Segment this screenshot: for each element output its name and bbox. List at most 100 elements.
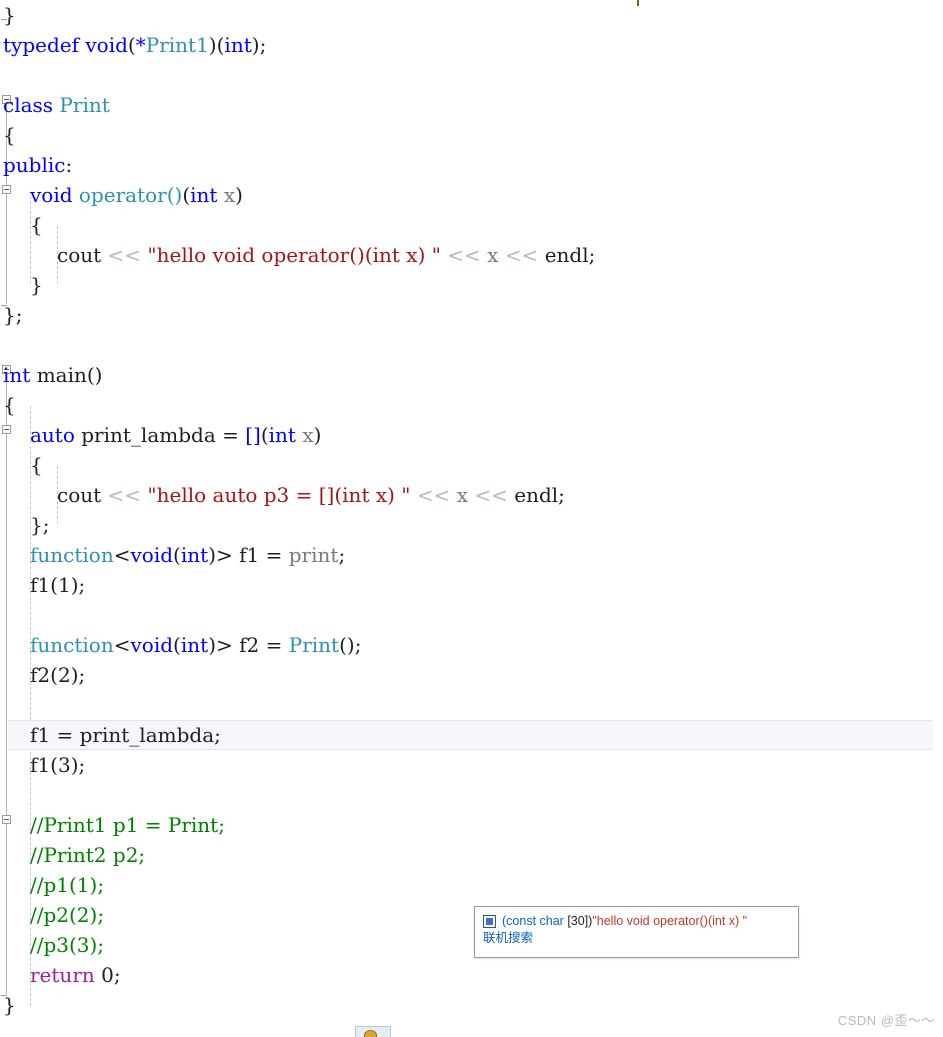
code-line[interactable]: //Print2 p2;: [30, 840, 145, 870]
code-token: =: [50, 723, 80, 747]
code-token: f1: [30, 573, 51, 597]
code-token: endl: [544, 243, 589, 267]
code-line[interactable]: //p3(3);: [30, 930, 104, 960]
code-token: >: [216, 633, 233, 657]
online-search-link[interactable]: 联机搜索: [483, 929, 790, 948]
code-token: //p1(1);: [30, 873, 105, 897]
code-token: 1: [57, 573, 71, 597]
code-token: (: [50, 573, 58, 597]
code-token: f2: [30, 663, 51, 687]
code-line[interactable]: void operator()(int x): [30, 180, 243, 210]
code-token: <<: [447, 243, 481, 267]
code-token: x: [223, 183, 236, 207]
code-token: ): [251, 33, 260, 57]
code-token: ): [70, 663, 79, 687]
code-token: int: [180, 633, 209, 657]
code-line[interactable]: {: [3, 390, 16, 420]
intellisense-completion-list[interactable]: [355, 1026, 391, 1037]
code-token: main: [36, 363, 87, 387]
code-token: ): [70, 753, 79, 777]
code-line[interactable]: };: [3, 300, 22, 330]
code-token: ;: [78, 663, 86, 687]
code-token: 0: [101, 963, 114, 987]
member-icon: [364, 1030, 377, 1037]
code-token: "hello auto p3 = [](int x) ": [147, 483, 411, 507]
code-line[interactable]: {: [30, 450, 43, 480]
code-token: ): [70, 573, 79, 597]
code-token: (): [339, 633, 355, 657]
code-token: <<: [474, 483, 508, 507]
code-token: print_lambda: [79, 723, 215, 747]
code-token: cout: [57, 483, 102, 507]
code-token: //Print2 p2;: [30, 843, 146, 867]
code-token: auto: [30, 423, 75, 447]
code-line[interactable]: int main(): [3, 360, 102, 390]
code-surface[interactable]: } typedef void(*Print1)(int); class Print{…: [0, 0, 943, 1037]
code-token: f2: [239, 633, 260, 657]
code-token: (: [182, 183, 191, 207]
code-line[interactable]: }: [3, 990, 16, 1020]
code-token: ;: [78, 573, 86, 597]
code-token: ): [208, 33, 217, 57]
code-line[interactable]: }: [3, 0, 16, 30]
code-line[interactable]: f1(3);: [30, 750, 85, 780]
code-line[interactable]: }: [30, 270, 43, 300]
code-token: void: [85, 33, 128, 57]
code-token: =: [259, 633, 289, 657]
code-token: typedef: [3, 33, 80, 57]
code-line[interactable]: };: [30, 510, 49, 540]
code-line[interactable]: cout << "hello auto p3 = [](int x) " << …: [57, 480, 565, 510]
value-field-icon: [483, 914, 496, 928]
code-token: }: [3, 3, 16, 27]
code-token: int: [224, 33, 252, 57]
code-token: 2: [57, 663, 71, 687]
code-token: ;: [259, 33, 267, 57]
code-token: x: [456, 483, 468, 507]
code-token: {: [3, 123, 16, 147]
code-token: "hello void operator()(int x) ": [147, 243, 441, 267]
code-token: ): [313, 423, 322, 447]
code-line[interactable]: //p1(1);: [30, 870, 104, 900]
code-token: int: [190, 183, 218, 207]
csdn-watermark: CSDN @歪～～: [837, 1013, 935, 1028]
code-token: x: [487, 243, 499, 267]
code-line[interactable]: function<void(int)> f2 = Print();: [30, 630, 361, 660]
code-line[interactable]: function<void(int)> f1 = print;: [30, 540, 345, 570]
code-line[interactable]: auto print_lambda = [](int x): [30, 420, 321, 450]
code-line[interactable]: {: [30, 210, 43, 240]
code-token: =: [259, 543, 289, 567]
code-line[interactable]: {: [3, 120, 16, 150]
code-token: ): [208, 543, 216, 567]
code-editor[interactable]: } typedef void(*Print1)(int); class Print{…: [0, 0, 943, 1037]
code-token: Print: [59, 93, 110, 117]
code-token: ): [208, 633, 216, 657]
code-line[interactable]: public:: [3, 150, 72, 180]
code-token: Print1: [145, 33, 209, 57]
code-token: (: [173, 633, 181, 657]
code-token: {: [3, 393, 16, 417]
code-line[interactable]: typedef void(*Print1)(int);: [3, 30, 266, 60]
code-line[interactable]: f1(1);: [30, 570, 85, 600]
code-token: >: [216, 543, 233, 567]
code-line[interactable]: cout << "hello void operator()(int x) " …: [57, 240, 595, 270]
code-token: =: [215, 423, 246, 447]
code-token: ;: [214, 723, 221, 747]
code-token: <: [113, 543, 131, 567]
code-token: *: [135, 33, 146, 57]
code-line[interactable]: return 0;: [30, 960, 121, 990]
code-line[interactable]: f1 = print_lambda;: [30, 720, 221, 750]
quick-info-signature: (const char [30]) "hello void operator()…: [483, 913, 790, 929]
code-line[interactable]: //Print1 p1 = Print;: [30, 810, 225, 840]
quick-info-array-bound: [30]): [567, 914, 593, 928]
code-token: cout: [57, 243, 102, 267]
code-line[interactable]: f2(2);: [30, 660, 85, 690]
code-token: //Print1 p1 = Print;: [30, 813, 225, 837]
code-token: (: [173, 543, 181, 567]
code-token: x: [302, 423, 314, 447]
code-token: ;: [588, 243, 596, 267]
code-token: (: [50, 663, 58, 687]
code-token: }: [3, 993, 16, 1017]
code-token: function: [30, 543, 114, 567]
code-line[interactable]: class Print: [3, 90, 110, 120]
code-line[interactable]: //p2(2);: [30, 900, 104, 930]
